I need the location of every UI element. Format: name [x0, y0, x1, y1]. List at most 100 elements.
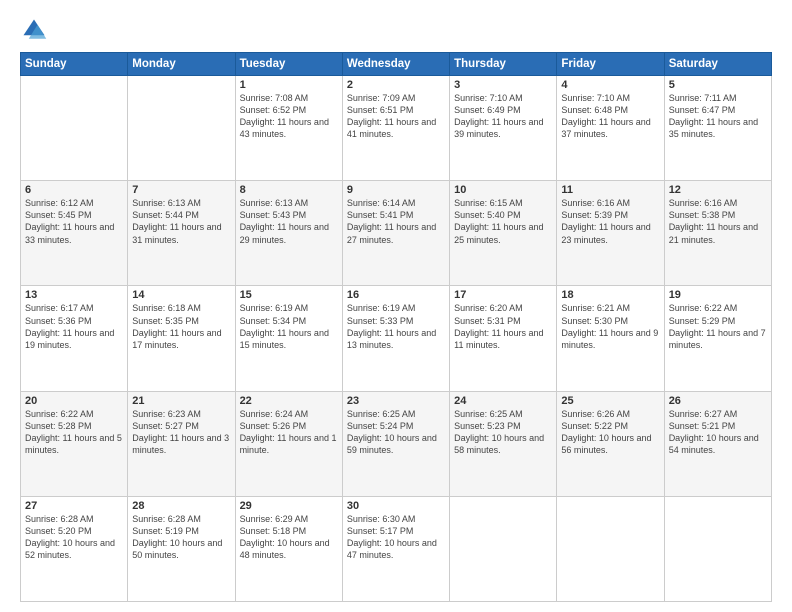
day-number: 27: [25, 500, 123, 512]
day-info: Sunrise: 6:29 AM Sunset: 5:18 PM Dayligh…: [240, 513, 338, 562]
calendar-cell: 21Sunrise: 6:23 AM Sunset: 5:27 PM Dayli…: [128, 391, 235, 496]
calendar-cell: 23Sunrise: 6:25 AM Sunset: 5:24 PM Dayli…: [342, 391, 449, 496]
day-number: 8: [240, 184, 338, 196]
logo-icon: [20, 16, 48, 44]
day-number: 3: [454, 79, 552, 91]
day-header-thursday: Thursday: [450, 53, 557, 76]
calendar-cell: 26Sunrise: 6:27 AM Sunset: 5:21 PM Dayli…: [664, 391, 771, 496]
calendar-cell: 2Sunrise: 7:09 AM Sunset: 6:51 PM Daylig…: [342, 76, 449, 181]
calendar-cell: 10Sunrise: 6:15 AM Sunset: 5:40 PM Dayli…: [450, 181, 557, 286]
calendar-week-2: 6Sunrise: 6:12 AM Sunset: 5:45 PM Daylig…: [21, 181, 772, 286]
day-info: Sunrise: 6:22 AM Sunset: 5:28 PM Dayligh…: [25, 408, 123, 457]
day-number: 2: [347, 79, 445, 91]
day-number: 18: [561, 289, 659, 301]
day-header-friday: Friday: [557, 53, 664, 76]
day-info: Sunrise: 7:08 AM Sunset: 6:52 PM Dayligh…: [240, 92, 338, 141]
day-info: Sunrise: 6:12 AM Sunset: 5:45 PM Dayligh…: [25, 197, 123, 246]
day-number: 9: [347, 184, 445, 196]
day-info: Sunrise: 6:28 AM Sunset: 5:20 PM Dayligh…: [25, 513, 123, 562]
calendar-cell: 13Sunrise: 6:17 AM Sunset: 5:36 PM Dayli…: [21, 286, 128, 391]
day-info: Sunrise: 6:24 AM Sunset: 5:26 PM Dayligh…: [240, 408, 338, 457]
page: SundayMondayTuesdayWednesdayThursdayFrid…: [0, 0, 792, 612]
day-number: 25: [561, 395, 659, 407]
day-number: 26: [669, 395, 767, 407]
day-info: Sunrise: 7:10 AM Sunset: 6:48 PM Dayligh…: [561, 92, 659, 141]
day-number: 21: [132, 395, 230, 407]
day-number: 22: [240, 395, 338, 407]
calendar-cell: 6Sunrise: 6:12 AM Sunset: 5:45 PM Daylig…: [21, 181, 128, 286]
calendar-cell: 3Sunrise: 7:10 AM Sunset: 6:49 PM Daylig…: [450, 76, 557, 181]
day-number: 23: [347, 395, 445, 407]
day-info: Sunrise: 7:10 AM Sunset: 6:49 PM Dayligh…: [454, 92, 552, 141]
day-number: 11: [561, 184, 659, 196]
header: [20, 16, 772, 44]
calendar-cell: 22Sunrise: 6:24 AM Sunset: 5:26 PM Dayli…: [235, 391, 342, 496]
day-number: 16: [347, 289, 445, 301]
day-info: Sunrise: 6:13 AM Sunset: 5:44 PM Dayligh…: [132, 197, 230, 246]
logo: [20, 16, 52, 44]
calendar-cell: [128, 76, 235, 181]
day-number: 6: [25, 184, 123, 196]
calendar-cell: 16Sunrise: 6:19 AM Sunset: 5:33 PM Dayli…: [342, 286, 449, 391]
calendar-cell: 29Sunrise: 6:29 AM Sunset: 5:18 PM Dayli…: [235, 496, 342, 601]
day-info: Sunrise: 6:28 AM Sunset: 5:19 PM Dayligh…: [132, 513, 230, 562]
day-number: 13: [25, 289, 123, 301]
calendar-cell: [557, 496, 664, 601]
calendar-cell: [21, 76, 128, 181]
day-number: 12: [669, 184, 767, 196]
calendar-cell: 24Sunrise: 6:25 AM Sunset: 5:23 PM Dayli…: [450, 391, 557, 496]
day-info: Sunrise: 6:19 AM Sunset: 5:34 PM Dayligh…: [240, 302, 338, 351]
calendar-cell: [664, 496, 771, 601]
day-info: Sunrise: 6:25 AM Sunset: 5:23 PM Dayligh…: [454, 408, 552, 457]
day-number: 17: [454, 289, 552, 301]
day-info: Sunrise: 6:17 AM Sunset: 5:36 PM Dayligh…: [25, 302, 123, 351]
day-info: Sunrise: 6:15 AM Sunset: 5:40 PM Dayligh…: [454, 197, 552, 246]
calendar-week-5: 27Sunrise: 6:28 AM Sunset: 5:20 PM Dayli…: [21, 496, 772, 601]
day-number: 28: [132, 500, 230, 512]
calendar-cell: 11Sunrise: 6:16 AM Sunset: 5:39 PM Dayli…: [557, 181, 664, 286]
day-header-monday: Monday: [128, 53, 235, 76]
day-info: Sunrise: 6:16 AM Sunset: 5:38 PM Dayligh…: [669, 197, 767, 246]
calendar-cell: 20Sunrise: 6:22 AM Sunset: 5:28 PM Dayli…: [21, 391, 128, 496]
day-info: Sunrise: 7:09 AM Sunset: 6:51 PM Dayligh…: [347, 92, 445, 141]
calendar-cell: 12Sunrise: 6:16 AM Sunset: 5:38 PM Dayli…: [664, 181, 771, 286]
day-info: Sunrise: 7:11 AM Sunset: 6:47 PM Dayligh…: [669, 92, 767, 141]
calendar-cell: 14Sunrise: 6:18 AM Sunset: 5:35 PM Dayli…: [128, 286, 235, 391]
day-info: Sunrise: 6:27 AM Sunset: 5:21 PM Dayligh…: [669, 408, 767, 457]
calendar-week-4: 20Sunrise: 6:22 AM Sunset: 5:28 PM Dayli…: [21, 391, 772, 496]
day-header-wednesday: Wednesday: [342, 53, 449, 76]
calendar-cell: 25Sunrise: 6:26 AM Sunset: 5:22 PM Dayli…: [557, 391, 664, 496]
day-number: 5: [669, 79, 767, 91]
calendar-cell: 15Sunrise: 6:19 AM Sunset: 5:34 PM Dayli…: [235, 286, 342, 391]
day-info: Sunrise: 6:16 AM Sunset: 5:39 PM Dayligh…: [561, 197, 659, 246]
day-number: 7: [132, 184, 230, 196]
calendar-cell: 9Sunrise: 6:14 AM Sunset: 5:41 PM Daylig…: [342, 181, 449, 286]
day-number: 29: [240, 500, 338, 512]
day-info: Sunrise: 6:20 AM Sunset: 5:31 PM Dayligh…: [454, 302, 552, 351]
day-info: Sunrise: 6:25 AM Sunset: 5:24 PM Dayligh…: [347, 408, 445, 457]
day-info: Sunrise: 6:18 AM Sunset: 5:35 PM Dayligh…: [132, 302, 230, 351]
calendar-cell: 19Sunrise: 6:22 AM Sunset: 5:29 PM Dayli…: [664, 286, 771, 391]
day-number: 14: [132, 289, 230, 301]
day-header-sunday: Sunday: [21, 53, 128, 76]
day-info: Sunrise: 6:14 AM Sunset: 5:41 PM Dayligh…: [347, 197, 445, 246]
calendar-header-row: SundayMondayTuesdayWednesdayThursdayFrid…: [21, 53, 772, 76]
calendar-cell: 30Sunrise: 6:30 AM Sunset: 5:17 PM Dayli…: [342, 496, 449, 601]
calendar-cell: 4Sunrise: 7:10 AM Sunset: 6:48 PM Daylig…: [557, 76, 664, 181]
calendar-week-1: 1Sunrise: 7:08 AM Sunset: 6:52 PM Daylig…: [21, 76, 772, 181]
day-info: Sunrise: 6:26 AM Sunset: 5:22 PM Dayligh…: [561, 408, 659, 457]
day-info: Sunrise: 6:23 AM Sunset: 5:27 PM Dayligh…: [132, 408, 230, 457]
calendar-cell: 7Sunrise: 6:13 AM Sunset: 5:44 PM Daylig…: [128, 181, 235, 286]
day-info: Sunrise: 6:13 AM Sunset: 5:43 PM Dayligh…: [240, 197, 338, 246]
calendar-cell: 5Sunrise: 7:11 AM Sunset: 6:47 PM Daylig…: [664, 76, 771, 181]
calendar-cell: 8Sunrise: 6:13 AM Sunset: 5:43 PM Daylig…: [235, 181, 342, 286]
calendar-cell: 27Sunrise: 6:28 AM Sunset: 5:20 PM Dayli…: [21, 496, 128, 601]
day-info: Sunrise: 6:19 AM Sunset: 5:33 PM Dayligh…: [347, 302, 445, 351]
calendar-cell: 18Sunrise: 6:21 AM Sunset: 5:30 PM Dayli…: [557, 286, 664, 391]
day-number: 4: [561, 79, 659, 91]
day-number: 19: [669, 289, 767, 301]
calendar-cell: 17Sunrise: 6:20 AM Sunset: 5:31 PM Dayli…: [450, 286, 557, 391]
calendar-cell: [450, 496, 557, 601]
day-number: 15: [240, 289, 338, 301]
day-number: 10: [454, 184, 552, 196]
